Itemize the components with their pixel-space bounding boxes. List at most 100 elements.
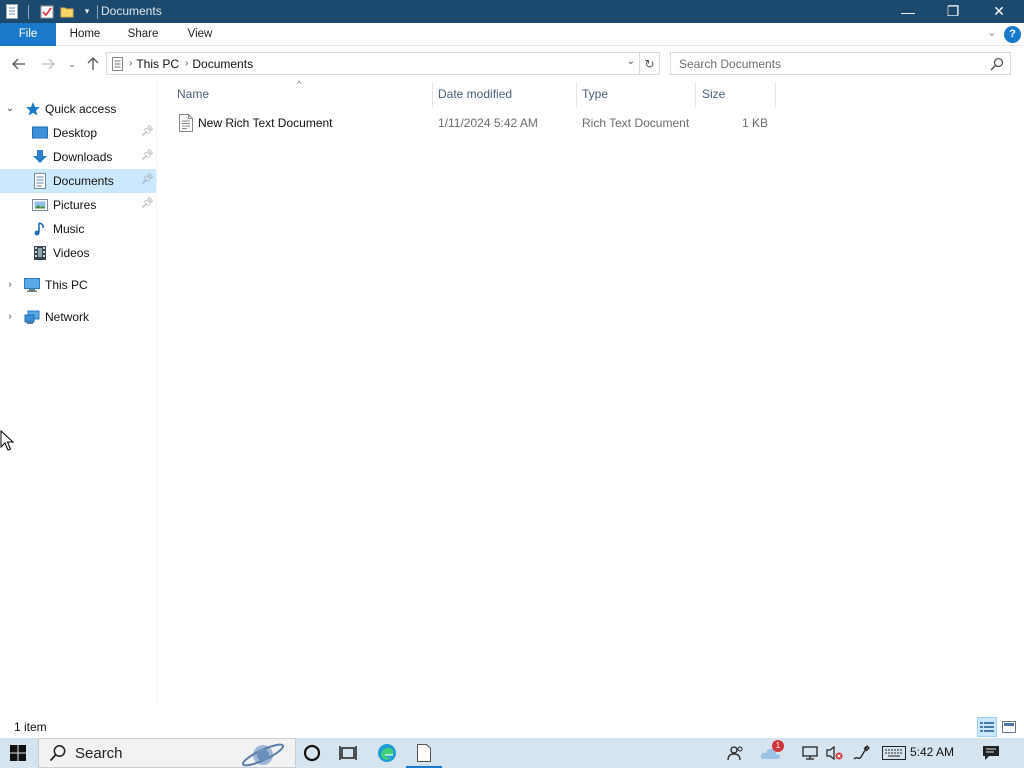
file-name[interactable]: New Rich Text Document [198,116,333,130]
sidebar-item-label: Downloads [53,150,113,164]
nav-label-this-pc: This PC [45,278,88,292]
document-window-icon [417,744,431,762]
start-button[interactable] [0,738,36,768]
edge-icon [378,744,396,762]
breadcrumb-separator-icon[interactable]: › [185,58,188,69]
expand-chevron-icon[interactable]: › [4,311,16,323]
downloads-icon [33,150,47,163]
breadcrumb-this-pc[interactable]: This PC [136,57,179,71]
pen-icon [853,745,870,760]
pin-icon[interactable]: 📌︎ [141,174,154,188]
volume-muted-icon [826,745,843,761]
pictures-icon [32,199,48,211]
column-header-name[interactable]: Name [177,87,209,103]
cortana-button[interactable] [294,738,330,768]
search-icon [49,745,66,762]
search-box[interactable] [670,52,1011,75]
computer-icon [24,278,40,292]
taskbar-clock[interactable]: 5:42 AM [910,745,954,759]
file-row[interactable]: New Rich Text Document 1/11/2024 5:42 AM… [170,112,776,134]
sidebar-item-downloads[interactable]: Downloads 📌︎ [0,145,156,169]
nav-network[interactable]: › Network [0,305,156,329]
refresh-button[interactable]: ↻ [640,52,660,75]
sidebar-item-videos[interactable]: Videos [0,241,156,265]
action-center-button[interactable] [978,738,1004,768]
details-view-button[interactable] [977,717,997,737]
forward-button[interactable] [37,54,59,74]
file-date-modified: 1/11/2024 5:42 AM [438,116,538,130]
pin-icon[interactable]: 📌︎ [141,126,154,140]
pane-divider[interactable] [156,80,157,706]
window-title: Documents [101,4,162,18]
network-icon [24,310,40,324]
search-input[interactable] [671,53,971,74]
file-explorer-taskbar-button[interactable] [406,738,442,768]
address-bar[interactable]: › This PC › Documents ⌄ [106,52,640,75]
task-view-button[interactable] [330,738,366,768]
expand-chevron-icon[interactable]: › [4,279,16,291]
column-header-type[interactable]: Type [582,87,608,103]
sidebar-item-label: Music [53,222,85,236]
customize-toolbar-icon[interactable]: ▾ [79,4,95,20]
search-icon[interactable] [990,57,1004,71]
sidebar-item-music[interactable]: Music [0,217,156,241]
column-divider[interactable] [576,82,577,107]
tab-view[interactable]: View [178,23,222,46]
properties-icon[interactable] [39,4,55,20]
column-divider[interactable] [775,82,776,107]
pin-icon[interactable]: 📌︎ [141,198,154,212]
expand-ribbon-icon[interactable]: ⌄ [984,26,1000,42]
documents-location-icon [112,56,123,71]
tab-share[interactable]: Share [121,23,165,46]
column-header-date-modified[interactable]: Date modified [438,87,512,103]
details-view-icon [980,722,994,732]
pen-workspace-button[interactable] [848,738,874,768]
title-bar: ▾ Documents — ❐ ✕ [0,0,1024,23]
close-button[interactable]: ✕ [976,0,1022,23]
network-status-icon [802,746,818,760]
sidebar-item-label: Videos [53,246,90,260]
sidebar-item-desktop[interactable]: Desktop 📌︎ [0,121,156,145]
new-folder-icon[interactable] [59,4,75,20]
qat-separator [28,4,29,19]
action-center-icon [983,746,999,760]
tab-home[interactable]: Home [62,23,108,46]
large-icons-view-icon [1002,721,1016,733]
sidebar-item-label: Documents [53,174,114,188]
column-divider[interactable] [695,82,696,107]
back-button[interactable] [8,54,30,74]
network-status-button[interactable] [798,738,822,768]
pin-icon[interactable]: 📌︎ [141,150,154,164]
onedrive-button[interactable]: 1 [758,738,786,768]
help-button[interactable]: ? [1004,26,1021,43]
nav-this-pc[interactable]: › This PC [0,273,156,297]
nav-quick-access[interactable]: ⌄ Quick access [0,97,156,121]
breadcrumb-documents[interactable]: Documents [192,57,253,71]
large-icons-view-button[interactable] [999,717,1019,737]
document-app-icon[interactable] [4,4,20,20]
file-type: Rich Text Document [582,116,690,130]
sidebar-item-label: Pictures [53,198,97,212]
maximize-button[interactable]: ❐ [930,0,976,23]
tab-file[interactable]: File [0,23,56,46]
column-divider[interactable] [432,82,433,107]
volume-button[interactable] [822,738,846,768]
column-header-size[interactable]: Size [702,87,725,103]
people-button[interactable] [724,738,748,768]
up-arrow-icon [87,57,99,70]
collapse-chevron-icon[interactable]: ⌄ [4,103,16,115]
music-icon [34,222,44,236]
sidebar-item-pictures[interactable]: Pictures 📌︎ [0,193,156,217]
up-button[interactable] [82,54,104,74]
item-count: 1 item [14,720,47,734]
sidebar-item-documents[interactable]: Documents 📌︎ [0,169,156,193]
breadcrumb-separator-icon[interactable]: › [129,58,132,69]
windows-logo-icon [10,745,26,761]
address-dropdown-icon[interactable]: ⌄ [627,56,635,67]
recent-locations-icon[interactable]: ⌄ [61,54,83,74]
status-bar: 1 item [0,716,1024,738]
edge-browser-button[interactable] [369,738,405,768]
minimize-button[interactable]: — [885,0,931,23]
touch-keyboard-button[interactable] [880,738,908,768]
taskbar-search-box[interactable]: Search [38,738,296,768]
